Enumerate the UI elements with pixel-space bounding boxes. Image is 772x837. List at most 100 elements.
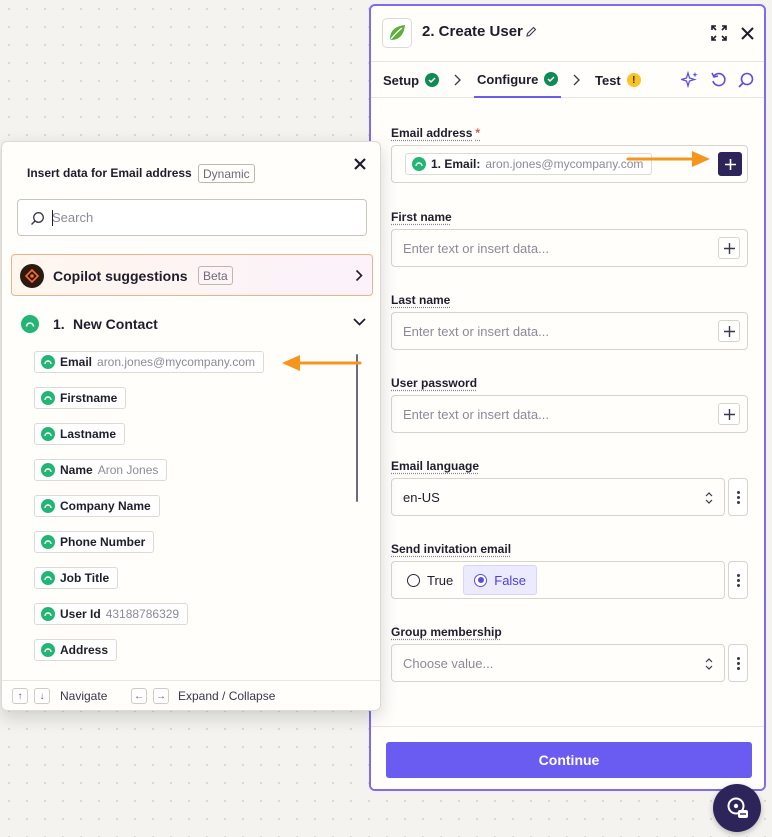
arrow-up-key-icon: ↑ (12, 688, 28, 704)
more-options-icon[interactable] (728, 561, 748, 599)
item-label: Job Title (60, 571, 110, 585)
select-arrows-icon (705, 492, 713, 504)
search-placeholder: Search (52, 210, 94, 225)
text-caret (52, 210, 53, 226)
user-password-field[interactable]: Enter text or insert data... (391, 395, 748, 433)
select-arrows-icon (705, 658, 713, 670)
radio-false[interactable]: False (463, 565, 538, 595)
navigate-hint: Navigate (60, 689, 108, 703)
insert-data-plus-button[interactable] (718, 403, 740, 425)
expand-icon[interactable] (709, 23, 729, 43)
app-icon (41, 355, 55, 369)
copilot-label: Copilot suggestions (53, 268, 188, 284)
step-group-header[interactable]: 1. New Contact (21, 314, 366, 334)
app-icon (41, 427, 55, 441)
arrow-down-key-icon: ↓ (34, 688, 50, 704)
user-password-label: User password (391, 376, 478, 390)
step-name: New Contact (73, 316, 158, 332)
group-membership-label: Group membership (391, 625, 502, 639)
check-icon (425, 73, 440, 87)
insert-data-popup: Insert data for Email address Dynamic Se… (1, 141, 381, 711)
item-value: aron.jones@mycompany.com (97, 355, 256, 369)
tab-configure[interactable]: Configure (474, 62, 562, 98)
step-tabs: Setup Configure Test ! (371, 62, 764, 98)
last-name-field[interactable]: Enter text or insert data... (391, 312, 748, 350)
insert-data-plus-button[interactable] (718, 320, 740, 342)
last-name-placeholder: Enter text or insert data... (403, 323, 549, 339)
app-icon (41, 391, 55, 405)
close-panel-icon[interactable] (737, 23, 757, 43)
ai-sparkle-icon[interactable] (681, 71, 699, 89)
step-editor-panel: 2. Create User Setup Configure Test ! Em… (369, 4, 766, 791)
close-icon[interactable] (352, 156, 368, 172)
list-item-firstname[interactable]: Firstname (34, 387, 127, 409)
edit-title-pencil-icon[interactable] (525, 26, 537, 38)
copilot-suggestions-row[interactable]: Copilot suggestions Beta (11, 254, 373, 296)
chevron-right-icon (454, 74, 461, 86)
item-label: Firstname (60, 391, 118, 405)
annotation-arrow-right-icon (626, 151, 710, 167)
insert-data-plus-button[interactable] (718, 237, 740, 259)
list-item-company-name[interactable]: Company Name (34, 495, 160, 517)
radio-label: True (427, 572, 454, 588)
group-membership-select[interactable]: Choose value... (391, 644, 725, 682)
help-chat-icon (727, 797, 748, 818)
item-label: User Id (60, 607, 101, 621)
list-item-email[interactable]: Email aron.jones@mycompany.com (34, 351, 265, 373)
warning-icon: ! (626, 73, 641, 87)
search-input[interactable]: Search (17, 199, 367, 236)
tab-label: Configure (477, 71, 539, 87)
tab-setup[interactable]: Setup (383, 62, 440, 98)
radio-true[interactable]: True (397, 565, 463, 595)
email-language-select[interactable]: en-US (391, 478, 725, 516)
list-item-address[interactable]: Address (34, 639, 118, 661)
first-name-placeholder: Enter text or insert data... (403, 240, 549, 256)
item-value: Aron Jones (97, 463, 159, 477)
arrow-left-key-icon: ← (131, 688, 147, 704)
app-icon (41, 499, 55, 513)
app-icon (41, 643, 55, 657)
chevron-down-icon (353, 318, 366, 326)
app-icon (41, 607, 55, 621)
more-options-icon[interactable] (728, 644, 748, 682)
pill-label: 1. Email: (431, 157, 481, 171)
refresh-icon[interactable] (710, 71, 728, 89)
help-chat-button[interactable] (713, 784, 761, 832)
email-data-pill[interactable]: 1. Email: aron.jones@mycompany.com (405, 153, 653, 175)
email-language-value: en-US (403, 489, 440, 505)
item-value: 43188786329 (105, 607, 180, 621)
user-password-placeholder: Enter text or insert data... (403, 406, 549, 422)
app-icon (41, 571, 55, 585)
popup-title: Insert data for Email address (27, 166, 192, 180)
first-name-label: First name (391, 210, 452, 224)
insert-data-plus-button[interactable] (718, 152, 742, 176)
comment-search-icon[interactable] (737, 71, 755, 89)
tab-test[interactable]: Test ! (595, 62, 641, 98)
step-number: 1. (53, 316, 65, 332)
first-name-field[interactable]: Enter text or insert data... (391, 229, 748, 267)
list-item-name[interactable]: Name Aron Jones (34, 459, 168, 481)
list-item-lastname[interactable]: Lastname (34, 423, 126, 445)
list-item-user-id[interactable]: User Id 43188786329 (34, 603, 189, 625)
panel-header: 2. Create User (371, 6, 764, 62)
item-label: Name (60, 463, 93, 477)
app-icon (41, 535, 55, 549)
copilot-icon (20, 264, 44, 288)
continue-button[interactable]: Continue (386, 742, 752, 778)
app-icon (21, 315, 39, 333)
more-options-icon[interactable] (728, 478, 748, 516)
item-label: Company Name (60, 499, 151, 513)
tab-label: Setup (383, 72, 420, 88)
radio-circle (407, 573, 420, 587)
list-item-phone-number[interactable]: Phone Number (34, 531, 155, 553)
email-language-label: Email language (391, 459, 480, 473)
tab-label: Test (595, 72, 621, 88)
check-icon (544, 72, 559, 86)
radio-label: False (494, 572, 527, 588)
app-icon (41, 463, 55, 477)
last-name-label: Last name (391, 293, 451, 307)
list-item-job-title[interactable]: Job Title (34, 567, 119, 589)
scrollbar[interactable] (356, 354, 358, 502)
send-invitation-label: Send invitation email (391, 542, 512, 556)
panel-title: 2. Create User (422, 23, 523, 40)
